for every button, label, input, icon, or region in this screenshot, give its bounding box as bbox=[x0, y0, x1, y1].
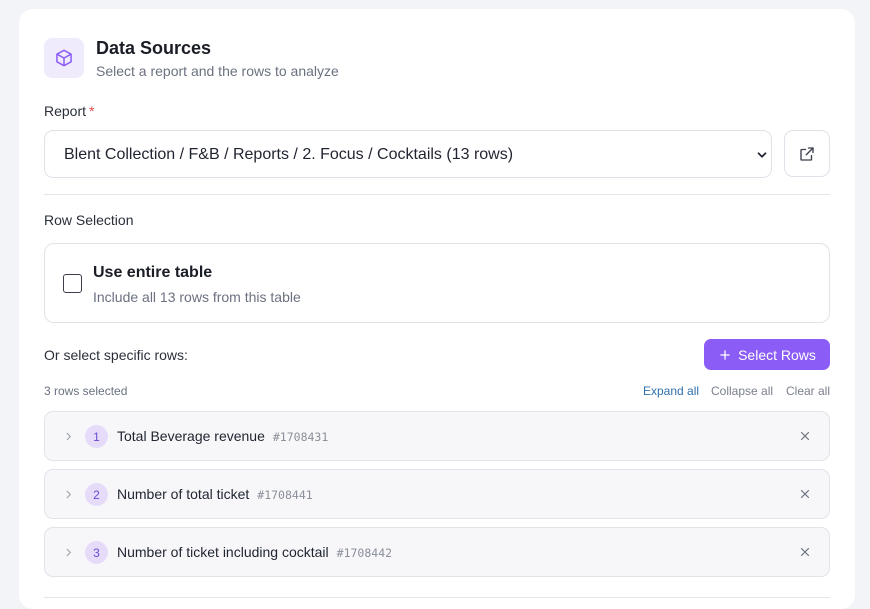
report-select[interactable]: Blent Collection / F&B / Reports / 2. Fo… bbox=[45, 131, 771, 177]
row-id: #1708442 bbox=[336, 546, 393, 560]
row-index-badge: 3 bbox=[85, 541, 108, 564]
selected-row-item[interactable]: 1 Total Beverage revenue #1708431 bbox=[44, 411, 830, 461]
entire-table-checkbox[interactable] bbox=[63, 274, 82, 293]
close-icon[interactable] bbox=[799, 488, 811, 500]
row-index-badge: 2 bbox=[85, 483, 108, 506]
close-icon[interactable] bbox=[799, 546, 811, 558]
specific-rows-label: Or select specific rows: bbox=[44, 347, 188, 363]
report-select-wrapper: Blent Collection / F&B / Reports / 2. Fo… bbox=[44, 130, 772, 178]
selected-row-item[interactable]: 3 Number of ticket including cocktail #17… bbox=[44, 527, 830, 577]
external-link-icon bbox=[800, 146, 814, 161]
chevron-right-icon[interactable] bbox=[63, 489, 74, 500]
chevron-right-icon[interactable] bbox=[63, 547, 74, 558]
page-title: Data Sources bbox=[96, 38, 212, 58]
row-name-text: Number of ticket including cocktail bbox=[117, 544, 329, 560]
row-index-badge: 1 bbox=[85, 425, 108, 448]
data-sources-card: Data Sources Select a report and the row… bbox=[19, 9, 855, 609]
select-rows-button[interactable]: Select Rows bbox=[704, 339, 830, 370]
row-name: Number of ticket including cocktail #1708… bbox=[117, 544, 392, 560]
report-label: Report * bbox=[44, 103, 94, 119]
report-label-text: Report bbox=[44, 103, 87, 119]
row-name: Number of total ticket #1708441 bbox=[117, 486, 313, 502]
chevron-right-icon[interactable] bbox=[63, 431, 74, 442]
collapse-all-link[interactable]: Collapse all bbox=[711, 384, 773, 398]
selected-row-item[interactable]: 2 Number of total ticket #1708441 bbox=[44, 469, 830, 519]
row-name: Total Beverage revenue #1708431 bbox=[117, 428, 328, 444]
select-rows-label: Select Rows bbox=[738, 346, 816, 363]
entire-table-option[interactable]: Use entire table Include all 13 rows fro… bbox=[44, 243, 830, 323]
row-id: #1708441 bbox=[257, 488, 313, 502]
section-header: Data Sources Select a report and the row… bbox=[44, 38, 339, 79]
divider bbox=[44, 194, 830, 195]
plus-icon bbox=[720, 349, 730, 360]
entire-table-title: Use entire table bbox=[93, 264, 213, 281]
row-id: #1708431 bbox=[272, 430, 329, 444]
row-name-text: Number of total ticket bbox=[117, 486, 250, 502]
rows-selected-count: 3 rows selected bbox=[44, 384, 128, 398]
expand-all-link[interactable]: Expand all bbox=[643, 384, 699, 398]
row-selection-label: Row Selection bbox=[44, 212, 134, 228]
row-name-text: Total Beverage revenue bbox=[117, 428, 265, 444]
divider bbox=[44, 597, 830, 598]
required-mark: * bbox=[89, 103, 95, 119]
page-subtitle: Select a report and the rows to analyze bbox=[96, 63, 339, 79]
open-report-button[interactable] bbox=[784, 130, 830, 177]
entire-table-subtitle: Include all 13 rows from this table bbox=[93, 289, 301, 305]
close-icon[interactable] bbox=[799, 430, 811, 442]
cube-icon bbox=[44, 38, 84, 78]
clear-all-link[interactable]: Clear all bbox=[786, 384, 830, 398]
